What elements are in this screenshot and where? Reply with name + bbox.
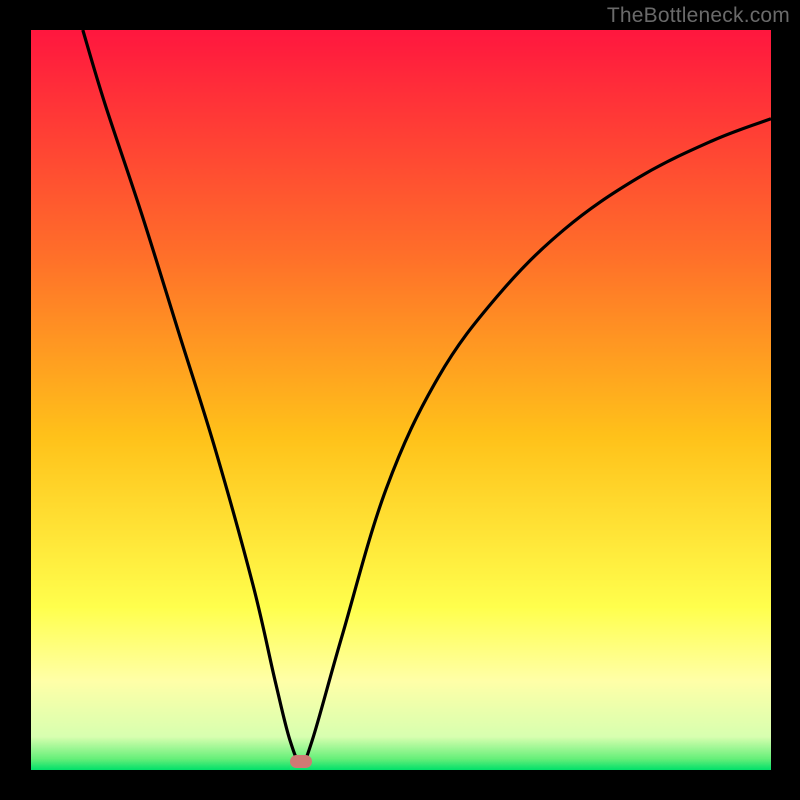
bottleneck-curve: [83, 30, 771, 763]
watermark-text: TheBottleneck.com: [607, 4, 790, 28]
chart-frame: TheBottleneck.com: [0, 0, 800, 800]
curve-layer: [31, 30, 771, 770]
optimal-point-marker: [290, 755, 312, 768]
